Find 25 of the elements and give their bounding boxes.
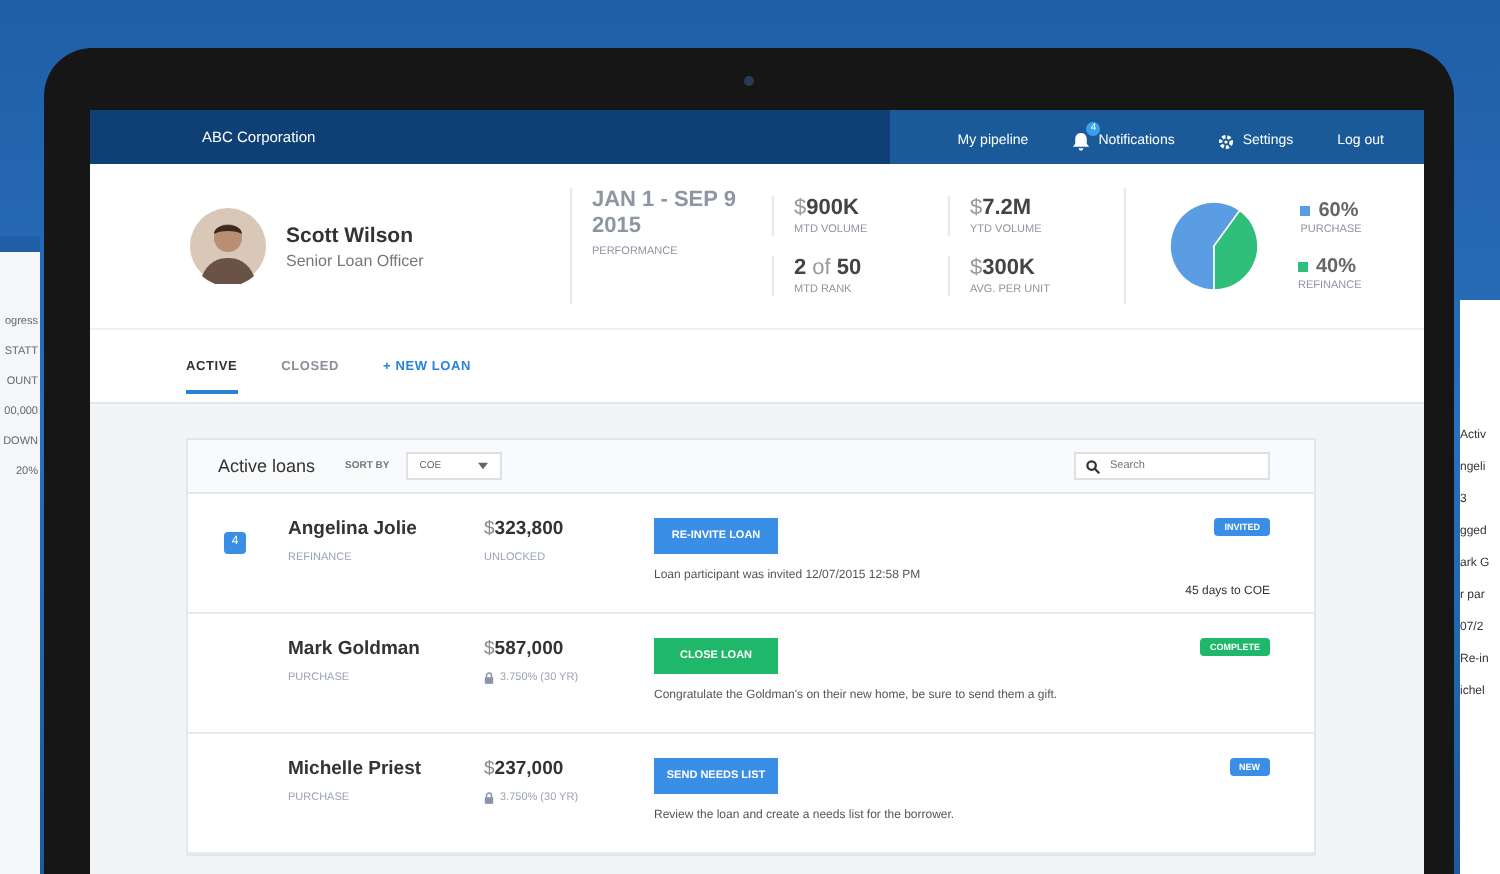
camera-icon [744,76,754,86]
stat-value: $300K [970,256,1037,280]
lock-icon [484,672,494,684]
borrower-name: Michelle Priest [288,758,424,780]
caret-icon [477,462,488,470]
legend-value: 60% [1318,200,1359,222]
loan-amount: $587,000 [484,638,566,660]
user-role: Senior Loan Officer [286,251,424,269]
card-title: Active loans [218,456,316,476]
date-range: JAN 1 - SEP 9 2015 [592,188,738,241]
borrower-name: Mark Goldman [288,638,422,660]
lock-icon [484,792,494,804]
legend-value: 40% [1316,256,1357,278]
settings-icon [1218,133,1235,149]
borrower-name: Angelina Jolie [288,518,419,540]
user-name: Scott Wilson [286,223,415,247]
search-icon [1086,459,1100,473]
stat-value: $900K [794,196,861,220]
header-bar [0,236,40,252]
loan-amount: $323,800 [484,518,566,540]
avatar-icon [190,208,266,284]
stat-value: 2 of 50 [794,256,864,280]
loan-amount: $237,000 [484,758,566,780]
stat-value: $7.2M [970,196,1034,220]
bell-icon [1072,131,1091,151]
